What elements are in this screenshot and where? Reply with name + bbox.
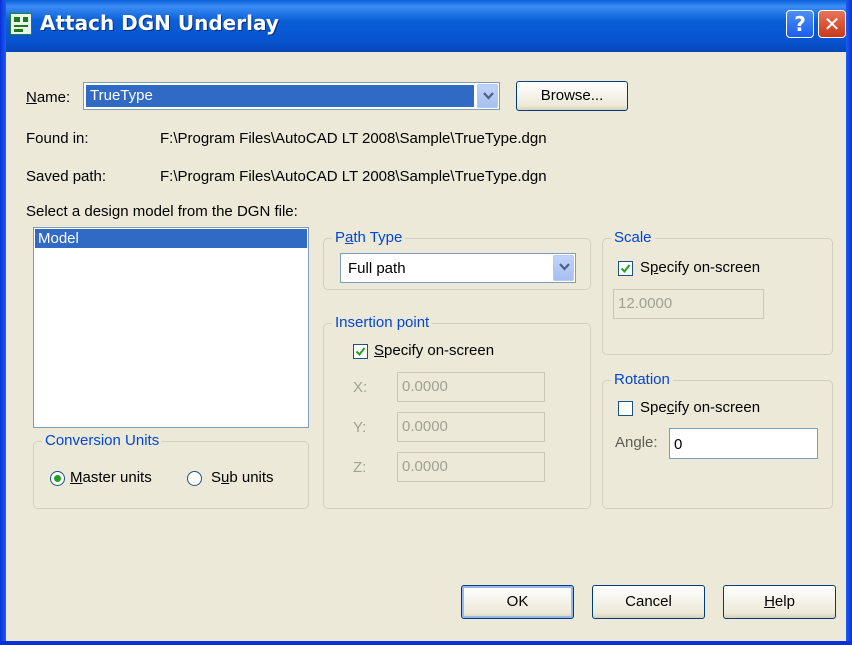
window-frame-bottom: [0, 641, 852, 645]
name-combo[interactable]: TrueType: [83, 82, 500, 110]
path-type-combo[interactable]: Full path: [340, 253, 576, 283]
master-units-radio[interactable]: [50, 471, 65, 486]
close-icon: ✕: [823, 12, 841, 36]
scale-specify-label[interactable]: Specify on-screen: [640, 259, 760, 276]
conversion-units-title: Conversion Units: [42, 432, 163, 449]
angle-label: Angle:: [615, 434, 658, 451]
name-label: Name:: [26, 89, 71, 106]
attach-dgn-underlay-dialog: Attach DGN Underlay ? ✕ Name: TrueType B…: [0, 0, 852, 645]
x-label: X:: [353, 379, 368, 396]
insertion-point-title: Insertion point: [332, 314, 433, 331]
help-title-button[interactable]: ?: [786, 10, 814, 38]
path-type-value: Full path: [348, 260, 406, 277]
y-label: Y:: [353, 419, 367, 436]
window-frame-left: [0, 0, 6, 645]
scale-title: Scale: [611, 229, 655, 246]
insertion-specify-label[interactable]: Specify on-screen: [374, 342, 494, 359]
path-type-title: Path Type: [332, 229, 406, 246]
found-in-value: F:\Program Files\AutoCAD LT 2008\Sample\…: [160, 130, 547, 147]
name-dropdown-button[interactable]: [477, 84, 498, 108]
angle-field[interactable]: 0: [669, 428, 818, 459]
app-icon: [10, 13, 32, 35]
radio-selected-dot: [54, 475, 61, 482]
saved-path-value: F:\Program Files\AutoCAD LT 2008\Sample\…: [160, 168, 547, 185]
help-button[interactable]: Help: [723, 585, 836, 619]
sub-units-label[interactable]: Sub units: [211, 469, 274, 486]
x-field[interactable]: 0.0000: [397, 372, 545, 402]
insertion-specify-checkbox[interactable]: [353, 344, 368, 359]
y-field[interactable]: 0.0000: [397, 412, 545, 442]
rotation-title: Rotation: [611, 371, 673, 388]
checkmark-icon: [355, 347, 366, 357]
checkmark-icon: [620, 264, 631, 274]
scale-specify-checkbox[interactable]: [618, 261, 633, 276]
title-bar[interactable]: Attach DGN Underlay ? ✕: [0, 0, 852, 52]
close-button[interactable]: ✕: [818, 10, 846, 38]
sub-units-radio[interactable]: [187, 471, 202, 486]
chevron-down-icon: [559, 263, 570, 271]
master-units-label[interactable]: Master units: [70, 469, 152, 486]
rotation-specify-label[interactable]: Specify on-screen: [640, 399, 760, 416]
browse-button[interactable]: Browse...: [516, 81, 628, 111]
model-listbox[interactable]: Model: [33, 227, 309, 428]
name-value: TrueType: [90, 87, 153, 104]
found-in-label: Found in:: [26, 130, 89, 147]
window-title: Attach DGN Underlay: [40, 11, 279, 35]
ok-button[interactable]: OK: [461, 585, 574, 619]
model-select-label: Select a design model from the DGN file:: [26, 203, 298, 220]
scale-field[interactable]: 12.0000: [613, 289, 764, 319]
path-type-dropdown-button[interactable]: [553, 255, 574, 281]
window-frame-right: [846, 0, 852, 645]
chevron-down-icon: [483, 92, 494, 100]
z-field[interactable]: 0.0000: [397, 452, 545, 482]
saved-path-label: Saved path:: [26, 168, 107, 185]
z-label: Z:: [353, 459, 367, 476]
rotation-specify-checkbox[interactable]: [618, 401, 633, 416]
list-item-model[interactable]: Model: [35, 229, 307, 248]
cancel-button[interactable]: Cancel: [592, 585, 705, 619]
help-icon: ?: [794, 12, 806, 36]
